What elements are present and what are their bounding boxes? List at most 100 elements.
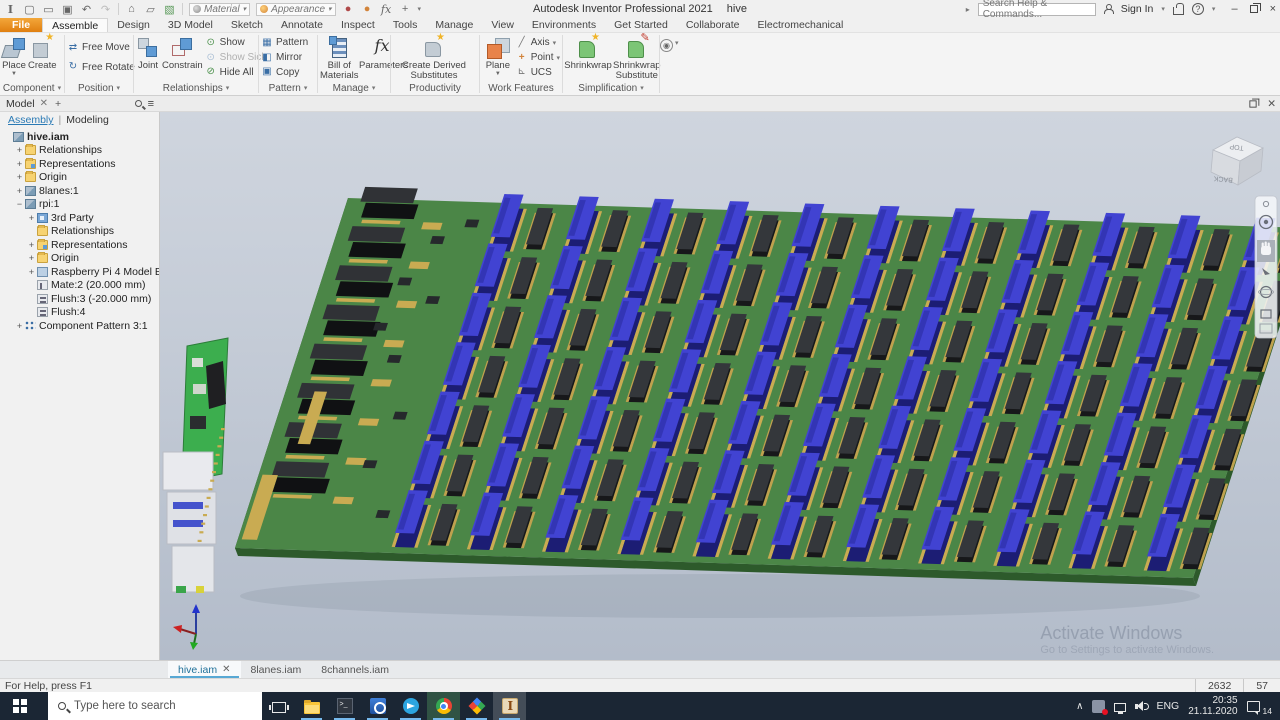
taskbar-app-button[interactable] — [295, 692, 328, 720]
free-rotate-button[interactable]: ↻Free Rotate — [67, 61, 135, 73]
axis-button[interactable]: ╱Axis▾ — [516, 37, 560, 49]
shrinkwrap-button[interactable]: Shrinkwrap — [565, 34, 611, 82]
clock[interactable]: 20:35 21.11.2020 — [1188, 695, 1237, 717]
tree-expander[interactable]: + — [27, 213, 36, 223]
new-file-icon[interactable]: ▢ — [23, 3, 36, 16]
minimize-button[interactable]: – — [1231, 3, 1237, 15]
ribbon-tab[interactable]: Environments — [523, 18, 605, 32]
sketch-icon[interactable]: ▱ — [144, 3, 157, 16]
home-icon[interactable]: ⌂ — [125, 3, 138, 16]
group-label[interactable]: Manage▾ — [320, 82, 388, 96]
taskbar-app-button[interactable] — [361, 692, 394, 720]
notification-app-icon[interactable] — [1092, 700, 1105, 713]
save-icon[interactable]: ▣ — [61, 3, 74, 16]
group-label[interactable]: Work Features — [482, 81, 560, 95]
open-file-icon[interactable]: ▭ — [42, 3, 55, 16]
taskbar-app-button[interactable] — [427, 692, 460, 720]
taskbar-app-button[interactable] — [493, 692, 526, 720]
model-panel-close-icon[interactable]: ✕ — [40, 98, 48, 109]
undo-icon[interactable]: ↶ — [80, 3, 93, 16]
place-button[interactable]: Place▼ — [2, 34, 26, 81]
browser-mode-modeling[interactable]: Modeling — [66, 114, 109, 126]
tree-expander[interactable]: + — [27, 253, 36, 263]
language-indicator[interactable]: ENG — [1156, 700, 1179, 712]
sign-in-dropdown-icon[interactable]: ▾ — [1161, 5, 1165, 13]
network-icon[interactable] — [1114, 703, 1126, 712]
model-panel-tab[interactable]: Model — [6, 98, 35, 110]
tree-item[interactable]: + Representations — [0, 238, 159, 252]
browser-mode-assembly[interactable]: Assembly — [8, 114, 54, 126]
tree-item[interactable]: Flush:4 — [0, 306, 159, 320]
parameters-qat-icon[interactable]: fx — [380, 3, 393, 16]
ribbon-options-dropdown-icon[interactable]: ▾ — [675, 39, 679, 47]
ribbon-tab[interactable]: Electromechanical — [749, 18, 853, 32]
group-label[interactable]: Productivity — [393, 82, 477, 96]
ucs-button[interactable]: ⊾UCS — [516, 66, 560, 78]
sign-in-button[interactable]: Sign In — [1121, 3, 1154, 15]
ribbon-tab[interactable]: View — [482, 18, 523, 32]
ribbon-tab[interactable]: Tools — [384, 18, 427, 32]
tree-item[interactable]: Mate:2 (20.000 mm) — [0, 279, 159, 293]
ribbon-tab[interactable]: Inspect — [332, 18, 384, 32]
tree-item[interactable]: + Origin — [0, 171, 159, 185]
constrain-button[interactable]: Constrain — [162, 34, 203, 81]
view-cube[interactable]: TOP BACK — [1211, 137, 1263, 185]
free-move-button[interactable]: ⇄Free Move — [67, 42, 135, 54]
graphics-viewport[interactable]: TOP BACK — [160, 112, 1280, 660]
tab-close-icon[interactable]: ✕ — [222, 664, 230, 675]
appearance-combo[interactable]: Appearance▾ — [256, 3, 335, 16]
taskbar-app-button[interactable] — [328, 692, 361, 720]
browser-menu-icon[interactable]: ≡ — [148, 99, 154, 109]
help-icon[interactable]: ? — [1192, 3, 1204, 15]
tree-expander[interactable]: − — [15, 199, 24, 209]
hidden-icons-chevron-icon[interactable]: ∧ — [1076, 701, 1083, 712]
taskbar-search-input[interactable]: Type here to search — [48, 692, 262, 720]
tree-item[interactable]: + 3rd Party — [0, 211, 159, 225]
point-button[interactable]: +Point▾ — [516, 52, 560, 64]
tree-item[interactable]: + Representations — [0, 157, 159, 171]
taskbar-app-button[interactable] — [394, 692, 427, 720]
tree-expander[interactable]: + — [15, 145, 24, 155]
qat-dropdown-icon[interactable]: ▾ — [418, 5, 422, 13]
ribbon-tab[interactable]: File — [0, 18, 42, 32]
document-tab[interactable]: 8lanes.iam✕ — [241, 661, 312, 678]
tree-expander[interactable]: + — [27, 267, 36, 277]
group-label[interactable]: Position▾ — [67, 81, 131, 95]
tree-expander[interactable]: + — [15, 172, 24, 182]
group-label[interactable]: Simplification▾ — [565, 82, 657, 96]
clear-appearance-icon[interactable]: ● — [361, 3, 374, 16]
raspberry-pi-model[interactable] — [163, 338, 228, 593]
ribbon-tab[interactable]: Collaborate — [677, 18, 749, 32]
group-label[interactable]: Pattern▾ — [261, 81, 315, 95]
material-combo[interactable]: Material▾ — [189, 3, 250, 16]
start-button[interactable] — [0, 692, 48, 720]
document-tab[interactable]: hive.iam✕ — [168, 661, 241, 678]
close-button[interactable]: × — [1270, 3, 1276, 15]
tree-expander[interactable]: + — [15, 159, 24, 169]
tree-item[interactable]: + Raspberry Pi 4 Model B:1 — [0, 265, 159, 279]
update-icon[interactable]: ▧ — [163, 3, 176, 16]
add-qat-icon[interactable]: + — [399, 3, 412, 16]
ribbon-tab[interactable]: Manage — [426, 18, 482, 32]
document-tab[interactable]: 8channels.iam✕ — [311, 661, 399, 678]
tree-item[interactable]: + Origin — [0, 252, 159, 266]
joint-button[interactable]: Joint — [136, 34, 160, 81]
ribbon-options-icon[interactable]: ◉ — [660, 39, 673, 52]
tree-item[interactable]: Relationships — [0, 225, 159, 239]
mirror-button[interactable]: ◧Mirror — [261, 52, 308, 64]
inventor-logo-icon[interactable]: I — [4, 3, 17, 16]
ribbon-tab[interactable]: Sketch — [222, 18, 272, 32]
ribbon-tab[interactable]: Assemble — [42, 18, 108, 32]
copy-button[interactable]: ▣Copy — [261, 66, 308, 78]
tree-expander[interactable]: + — [27, 240, 36, 250]
app-store-icon[interactable] — [1173, 7, 1184, 15]
add-panel-icon[interactable]: + — [55, 98, 61, 110]
restore-button[interactable] — [1250, 5, 1258, 13]
navigation-bar[interactable] — [1255, 196, 1277, 338]
taskbar-app-button[interactable] — [262, 692, 295, 720]
tree-item[interactable]: Flush:3 (-20.000 mm) — [0, 292, 159, 306]
group-label[interactable]: Component▾ — [2, 81, 62, 95]
tree-expander[interactable]: + — [15, 321, 24, 331]
doc-close-icon[interactable]: ✕ — [1267, 98, 1276, 110]
tree-item[interactable]: + Component Pattern 3:1 — [0, 319, 159, 333]
